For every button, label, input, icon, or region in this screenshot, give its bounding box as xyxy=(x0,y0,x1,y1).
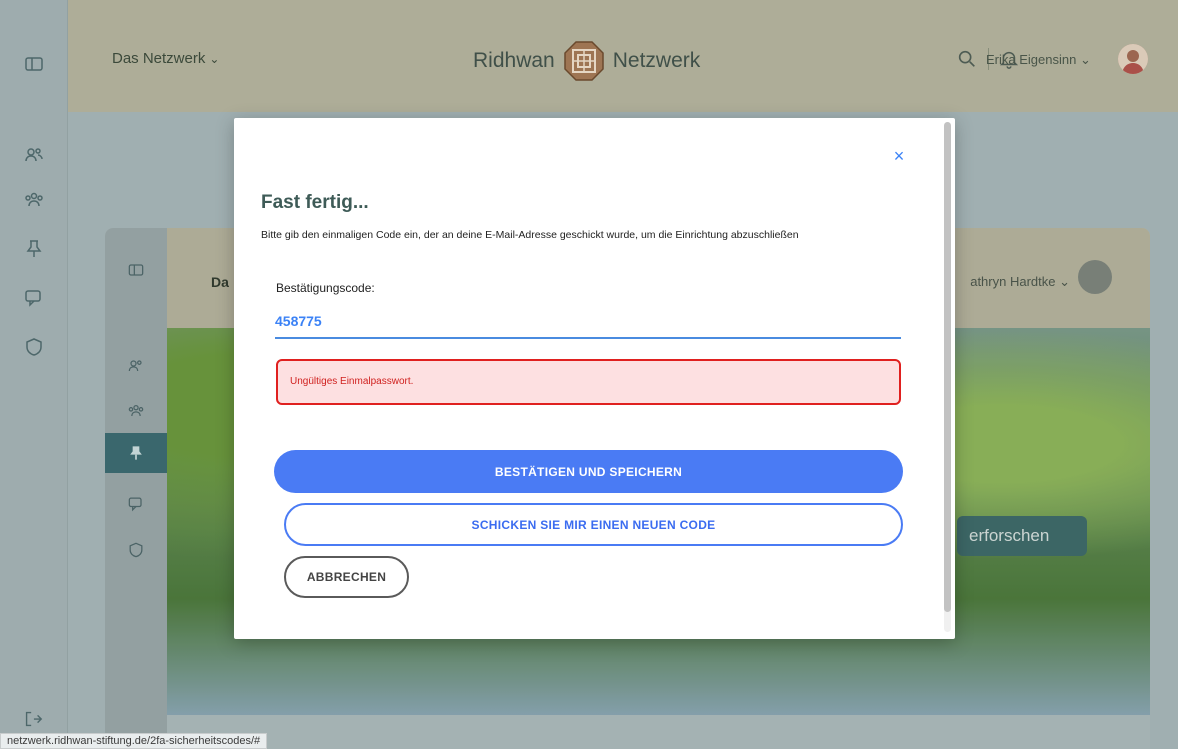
verification-code-input[interactable] xyxy=(275,305,901,339)
cancel-button[interactable]: ABBRECHEN xyxy=(284,556,409,598)
resend-code-button[interactable]: SCHICKEN SIE MIR EINEN NEUEN CODE xyxy=(284,503,903,546)
confirm-save-button[interactable]: BESTÄTIGEN UND SPEICHERN xyxy=(274,450,903,493)
status-bar-url: netzwerk.ridhwan-stiftung.de/2fa-sicherh… xyxy=(0,733,268,749)
dialog-title: Fast fertig... xyxy=(261,192,369,213)
error-message: Ungültiges Einmalpasswort. xyxy=(290,376,414,387)
dialog-description: Bitte gib den einmaligen Code ein, der a… xyxy=(261,229,799,241)
close-icon[interactable]: × xyxy=(889,146,909,166)
code-label: Bestätigungscode: xyxy=(276,281,375,295)
dialog-scrollbar[interactable] xyxy=(944,122,951,632)
two-factor-dialog: × Fast fertig... Bitte gib den einmalige… xyxy=(234,118,955,639)
error-alert: Ungültiges Einmalpasswort. xyxy=(276,359,901,405)
scrollbar-thumb[interactable] xyxy=(944,122,951,612)
